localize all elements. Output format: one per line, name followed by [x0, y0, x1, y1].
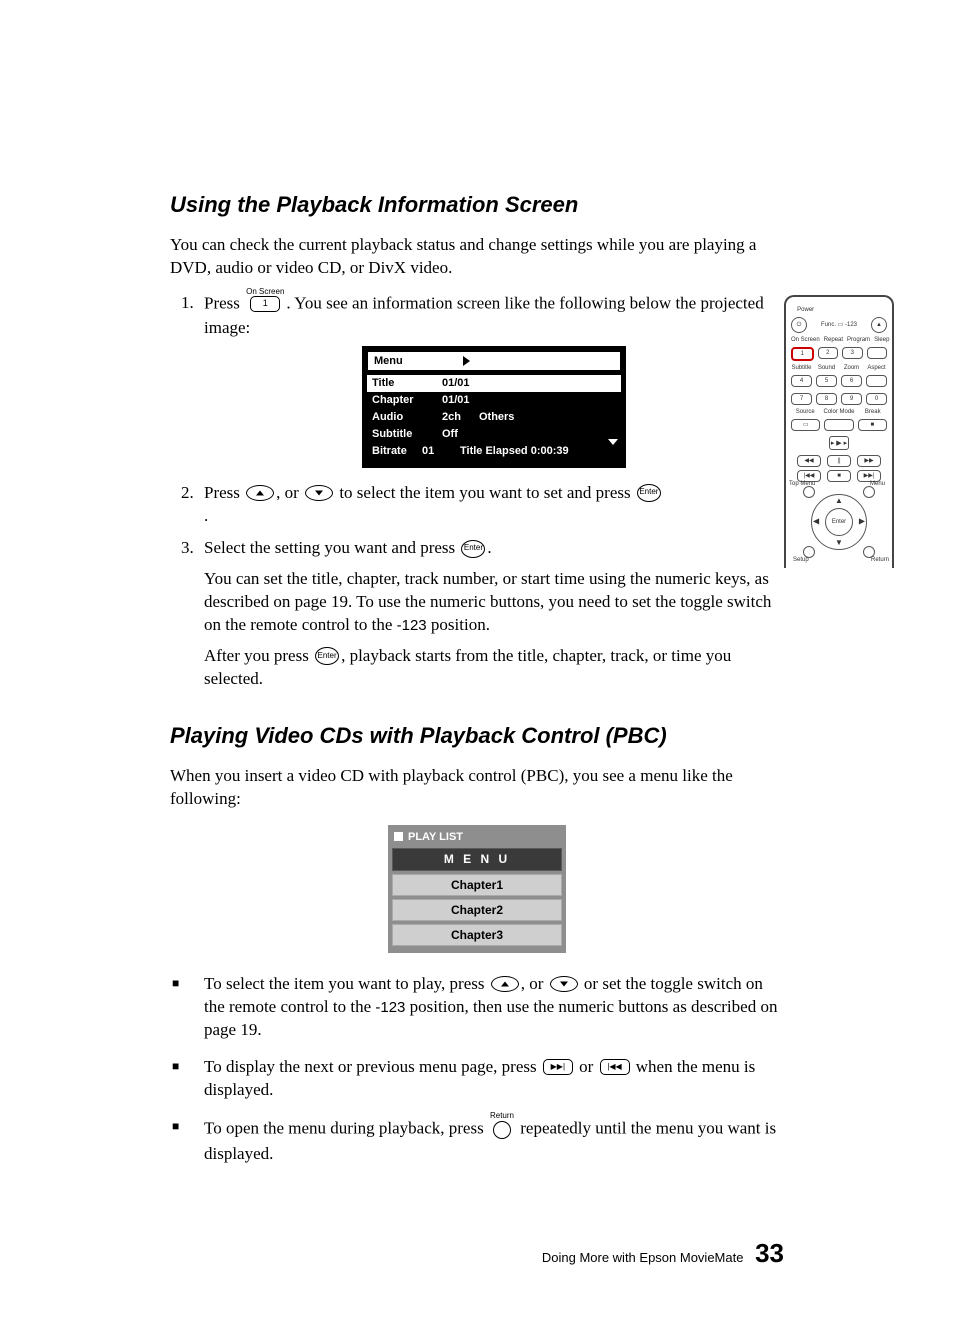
remote-power-button: ⏻: [791, 317, 807, 333]
remote-func-toggle: Func. ▭ -123: [811, 321, 867, 329]
play-icon: [463, 356, 470, 366]
remote-dpad: Top Menu Menu Setup Return Enter ▲▼◀▶: [803, 486, 875, 558]
next-track-icon: ▶▶|: [543, 1059, 573, 1075]
remote-power-label: Power: [791, 306, 820, 314]
bullet-3: To open the menu during playback, press …: [198, 1116, 784, 1166]
pbc-item: Chapter1: [392, 874, 562, 896]
remote-key-1: 1: [791, 347, 814, 361]
down-arrow-icon: [305, 485, 333, 501]
page-footer: Doing More with Epson MovieMate 33: [170, 1236, 784, 1271]
section1-intro: You can check the current playback statu…: [170, 234, 784, 280]
footer-text: Doing More with Epson MovieMate: [542, 1250, 744, 1265]
prev-track-icon: |◀◀: [600, 1059, 630, 1075]
remote-eject-button: ▲: [871, 317, 887, 333]
pbc-title: PLAY LIST: [392, 829, 562, 849]
bullet-2: To display the next or previous menu pag…: [198, 1056, 784, 1102]
step-3: Select the setting you want and press En…: [198, 537, 784, 691]
page-number: 33: [755, 1238, 784, 1268]
pbc-item: Chapter3: [392, 924, 562, 946]
enter-button-icon: Enter: [315, 647, 339, 665]
up-arrow-icon: [246, 485, 274, 501]
section1-title: Using the Playback Information Screen: [170, 190, 784, 220]
down-arrow-icon: [550, 976, 578, 992]
pbc-menu-header: M E N U: [392, 848, 562, 870]
section2-intro: When you insert a video CD with playback…: [170, 765, 784, 811]
osd-info-screen: Menu Title 01/01 Chapter 01/01 Audio 2ch: [362, 346, 626, 468]
onscreen-key-icon: On Screen 1: [246, 288, 284, 313]
enter-button-icon: Enter: [637, 484, 661, 502]
step-2: Press , or to select the item you want t…: [198, 482, 784, 528]
return-key-icon: Return: [490, 1112, 514, 1139]
pbc-playlist-panel: PLAY LIST M E N U Chapter1 Chapter2 Chap…: [388, 825, 566, 954]
step-1: Press On Screen 1 . You see an informati…: [198, 292, 784, 468]
up-arrow-icon: [491, 976, 519, 992]
remote-play-icon: ▸ ▶ ▸: [829, 436, 849, 450]
section2-title: Playing Video CDs with Playback Control …: [170, 721, 784, 751]
remote-illustration: Power ⏻ Func. ▭ -123 ▲ On ScreenRepeatPr…: [784, 295, 894, 568]
osd-menu-label: Menu: [374, 354, 403, 369]
pbc-item: Chapter2: [392, 899, 562, 921]
bullet-1: To select the item you want to play, pre…: [198, 973, 784, 1042]
enter-button-icon: Enter: [461, 540, 485, 558]
